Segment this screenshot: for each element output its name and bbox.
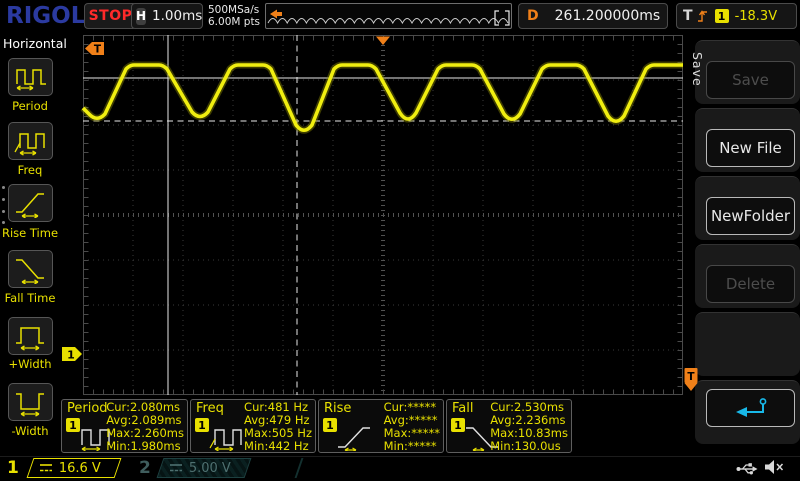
- measure-source-badge: 1: [323, 418, 337, 432]
- usb-icon: [736, 463, 758, 475]
- svg-text:T: T: [94, 44, 102, 56]
- trigger-level-value: -18.3V: [734, 8, 778, 24]
- acquisition-info: 500MSa/s 6.00M pts: [208, 4, 260, 28]
- measure-name: Rise: [324, 401, 352, 416]
- channel-2-scale: 5.00 V: [189, 460, 231, 476]
- measure-values: Cur:***** Avg:***** Max:***** Min:*****: [383, 400, 440, 453]
- delay-label: D: [527, 8, 539, 24]
- channel-2-status[interactable]: 5.00 V: [156, 458, 252, 478]
- menu-slot: [695, 312, 800, 376]
- sidebar-item-fall-time[interactable]: [8, 250, 53, 288]
- sidebar-item-plus-width[interactable]: [8, 317, 53, 355]
- sidebar-item-freq[interactable]: [8, 122, 53, 160]
- freq-icon: [13, 133, 45, 156]
- sidebar-item-period[interactable]: [8, 58, 53, 96]
- fall-time-icon: [15, 259, 44, 284]
- measure-values: Cur:2.530ms Avg:2.236ms Max:10.83ms Min:…: [490, 400, 568, 453]
- new-file-button[interactable]: New File: [706, 129, 795, 167]
- period-icon: [15, 69, 46, 91]
- memory-strip-graphic: [267, 9, 510, 26]
- trigger-box: T 1 -18.3V: [676, 3, 797, 29]
- scroll-dot: [2, 210, 5, 213]
- sidebar-item-rise-time[interactable]: [8, 184, 53, 222]
- minus-width-icon: [15, 393, 44, 417]
- return-arrow-icon: [735, 398, 766, 417]
- timebase-box: H 1.00ms: [131, 3, 203, 29]
- sidebar-title: Horizontal: [3, 36, 67, 51]
- svg-text:T: T: [687, 371, 695, 383]
- sidebar-item-label: +Width: [8, 357, 52, 371]
- menu-tab-save: Save: [690, 52, 705, 87]
- sidebar-item-label: Freq: [17, 163, 43, 177]
- svg-text:1: 1: [67, 349, 75, 362]
- measure-values: Cur:481 Hz Avg:479 Hz Max:505 Hz Min:442…: [244, 400, 312, 453]
- measure-panel-fall: Fall 1 Cur:2.530ms Avg:2.236ms Max:10.83…: [446, 399, 572, 453]
- measure-name: Fall: [452, 401, 474, 416]
- waveform-memory-strip: [265, 3, 512, 29]
- measure-source-badge: 1: [195, 418, 209, 432]
- channel-1-number: 1: [7, 458, 19, 478]
- rigol-logo: RIGOL: [6, 3, 86, 29]
- channel-1-status[interactable]: 16.6 V: [26, 458, 122, 478]
- delay-value: 261.200000ms: [554, 8, 661, 24]
- rise-time-icon: [15, 193, 44, 218]
- speaker-muted-icon: [765, 460, 784, 474]
- delete-button[interactable]: Delete: [706, 265, 795, 303]
- measure-source-badge: 1: [66, 418, 80, 432]
- sample-rate: 500MSa/s: [208, 4, 260, 16]
- measure-panel-freq: Freq 1 Cur:481 Hz Avg:479 Hz Max:505 Hz …: [190, 399, 316, 453]
- menu-back-button[interactable]: [706, 389, 795, 427]
- trigger-label: T: [683, 8, 693, 24]
- sidebar-item-label: Period: [12, 99, 48, 113]
- channel-1-scale: 16.6 V: [59, 460, 101, 476]
- measure-source-badge: 1: [451, 418, 465, 432]
- scope-display: T T 1: [62, 35, 698, 395]
- scroll-dot: [2, 198, 5, 201]
- run-state-indicator: STOP: [84, 3, 137, 29]
- measure-name: Period: [67, 401, 108, 416]
- scroll-dot: [2, 221, 5, 224]
- dc-coupling-icon: [170, 464, 182, 472]
- timebase-value: 1.00ms: [152, 8, 203, 24]
- sidebar-item-label: Fall Time: [4, 291, 56, 305]
- memory-depth: 6.00M pts: [208, 16, 261, 28]
- measure-name: Freq: [196, 401, 224, 416]
- trigger-slope-icon: [697, 9, 707, 22]
- measure-panel-rise: Rise 1 Cur:***** Avg:***** Max:***** Min…: [318, 399, 444, 453]
- sidebar-item-minus-width[interactable]: [8, 383, 53, 421]
- channel-1-level-marker[interactable]: 1: [62, 347, 82, 362]
- sidebar-item-label: Rise Time: [1, 226, 59, 240]
- rise-icon: [338, 427, 370, 451]
- delay-box: D 261.200000ms: [518, 3, 668, 29]
- measure-panel-period: Period 1 Cur:2.080ms Avg:2.089ms Max:2.2…: [61, 399, 188, 453]
- timebase-label: H: [136, 7, 147, 25]
- display-window-brackets: [494, 10, 510, 26]
- freq-icon: [209, 429, 242, 451]
- trigger-source-badge: 1: [714, 9, 729, 23]
- scroll-dot: [2, 186, 5, 189]
- measure-values: Cur:2.080ms Avg:2.089ms Max:2.260ms Min:…: [106, 400, 184, 453]
- offscreen-trigger-arrow-icon: [270, 9, 282, 19]
- memory-waveform-preview: [267, 18, 509, 25]
- channel-2-number: 2: [139, 458, 151, 478]
- plus-width-icon: [15, 327, 44, 351]
- sidebar-item-label: -Width: [11, 424, 49, 438]
- dc-coupling-icon: [40, 464, 52, 472]
- save-button[interactable]: Save: [706, 61, 795, 99]
- new-folder-button[interactable]: NewFolder: [706, 197, 795, 235]
- trigger-position-marker[interactable]: [376, 36, 390, 46]
